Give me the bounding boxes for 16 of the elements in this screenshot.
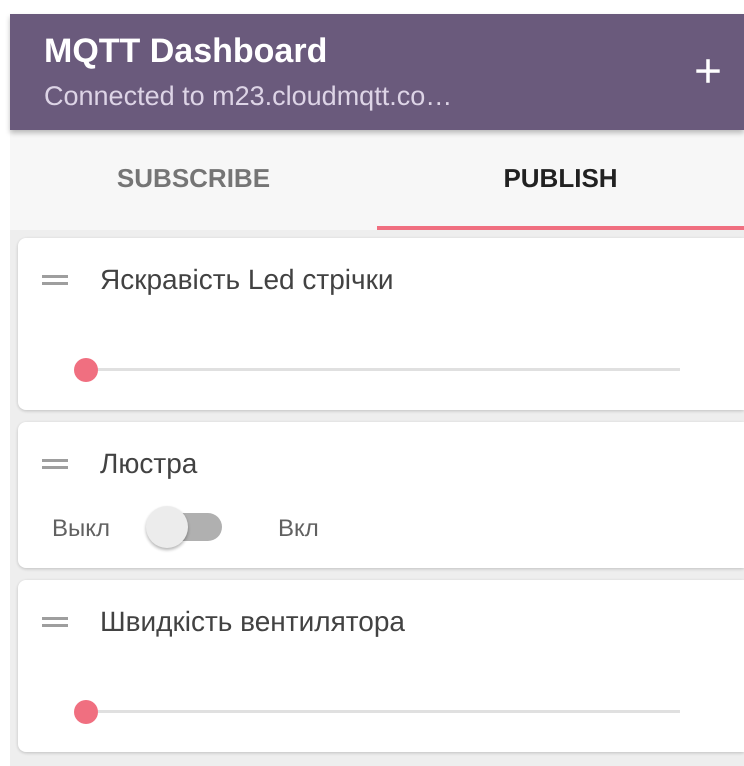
app-title: MQTT Dashboard — [44, 32, 328, 71]
off-label: Выкл — [52, 515, 110, 543]
on-label: Вкл — [278, 515, 319, 543]
drag-handle-icon[interactable] — [42, 459, 68, 469]
widget-title: Люстра — [100, 448, 198, 480]
drag-handle-icon[interactable] — [42, 275, 68, 285]
slider[interactable] — [74, 358, 680, 382]
tab[interactable]: SUBSCRIBE — [10, 130, 377, 230]
slider-thumb[interactable] — [74, 700, 98, 724]
widget-title: Швидкість вентилятора — [100, 606, 405, 638]
slider-thumb[interactable] — [74, 358, 98, 382]
widget-title: Яскравість Led стрічки — [100, 264, 394, 296]
drag-handle-icon[interactable] — [42, 617, 68, 627]
add-button[interactable]: + — [694, 48, 722, 96]
connection-status: Connected to m23.cloudmqtt.co… — [44, 81, 452, 112]
slider[interactable] — [74, 700, 680, 724]
